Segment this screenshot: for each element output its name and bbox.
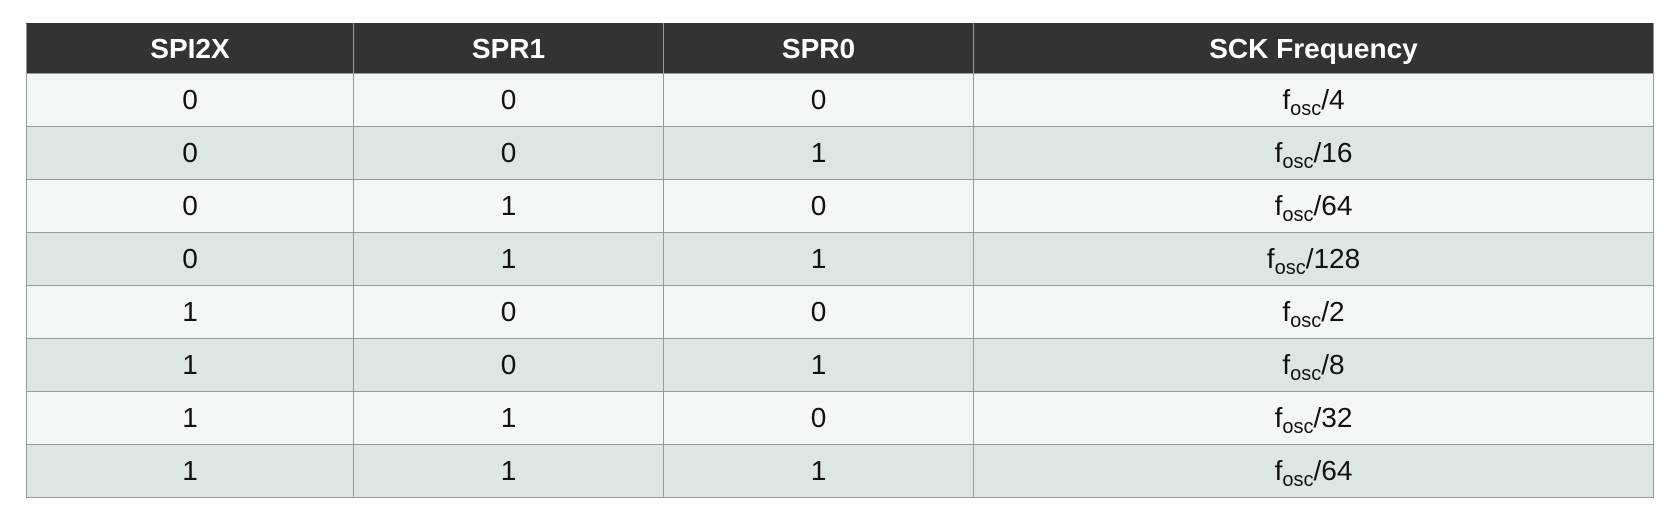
cell-spr1: 0 bbox=[353, 126, 664, 180]
freq-divisor: /8 bbox=[1321, 349, 1345, 380]
sck-frequency-table-container: SPI2X SPR1 SPR0 SCK Frequency 0 0 0 fosc… bbox=[26, 23, 1654, 498]
table-body: 0 0 0 fosc/4 0 0 1 fosc/16 0 1 0 fosc/64… bbox=[26, 73, 1654, 498]
freq-subscript: osc bbox=[1290, 310, 1322, 332]
header-sck-frequency: SCK Frequency bbox=[973, 23, 1654, 74]
table-header: SPI2X SPR1 SPR0 SCK Frequency bbox=[26, 23, 1654, 74]
freq-subscript: osc bbox=[1282, 151, 1314, 173]
cell-sck-frequency: fosc/2 bbox=[973, 285, 1654, 339]
freq-base: f bbox=[1282, 349, 1291, 380]
cell-spi2x: 0 bbox=[26, 179, 354, 233]
header-spr1: SPR1 bbox=[353, 23, 664, 74]
freq-divisor: /128 bbox=[1305, 243, 1361, 274]
cell-spr0: 0 bbox=[663, 285, 974, 339]
cell-spi2x: 1 bbox=[26, 285, 354, 339]
freq-divisor: /4 bbox=[1321, 84, 1345, 115]
cell-spr0: 0 bbox=[663, 179, 974, 233]
cell-spr1: 0 bbox=[353, 285, 664, 339]
cell-spr0: 0 bbox=[663, 73, 974, 127]
freq-subscript: osc bbox=[1282, 204, 1314, 226]
cell-spi2x: 0 bbox=[26, 73, 354, 127]
freq-subscript: osc bbox=[1290, 363, 1322, 385]
freq-subscript: osc bbox=[1282, 469, 1314, 491]
cell-spi2x: 0 bbox=[26, 232, 354, 286]
cell-spr1: 0 bbox=[353, 73, 664, 127]
freq-subscript: osc bbox=[1274, 257, 1306, 279]
cell-spr1: 1 bbox=[353, 391, 664, 445]
cell-sck-frequency: fosc/32 bbox=[973, 391, 1654, 445]
table-row: 1 1 1 fosc/64 bbox=[26, 444, 1654, 498]
cell-spr1: 0 bbox=[353, 338, 664, 392]
table-row: 1 0 0 fosc/2 bbox=[26, 285, 1654, 339]
cell-spr0: 1 bbox=[663, 126, 974, 180]
cell-spr0: 1 bbox=[663, 232, 974, 286]
cell-spi2x: 1 bbox=[26, 444, 354, 498]
cell-spi2x: 1 bbox=[26, 338, 354, 392]
cell-sck-frequency: fosc/4 bbox=[973, 73, 1654, 127]
cell-sck-frequency: fosc/16 bbox=[973, 126, 1654, 180]
freq-divisor: /32 bbox=[1313, 402, 1353, 433]
cell-spr1: 1 bbox=[353, 232, 664, 286]
freq-subscript: osc bbox=[1290, 98, 1322, 120]
table-row: 0 0 0 fosc/4 bbox=[26, 73, 1654, 127]
freq-divisor: /16 bbox=[1313, 137, 1353, 168]
freq-subscript: osc bbox=[1282, 416, 1314, 438]
freq-base: f bbox=[1266, 243, 1275, 274]
cell-spi2x: 1 bbox=[26, 391, 354, 445]
table-row: 1 1 0 fosc/32 bbox=[26, 391, 1654, 445]
cell-spr0: 1 bbox=[663, 338, 974, 392]
cell-sck-frequency: fosc/64 bbox=[973, 444, 1654, 498]
sck-frequency-table: SPI2X SPR1 SPR0 SCK Frequency 0 0 0 fosc… bbox=[26, 23, 1654, 498]
freq-divisor: /64 bbox=[1313, 190, 1353, 221]
table-row: 1 0 1 fosc/8 bbox=[26, 338, 1654, 392]
freq-base: f bbox=[1282, 84, 1291, 115]
cell-spr1: 1 bbox=[353, 179, 664, 233]
cell-spr0: 0 bbox=[663, 391, 974, 445]
header-spi2x: SPI2X bbox=[26, 23, 354, 74]
freq-divisor: /64 bbox=[1313, 455, 1353, 486]
freq-divisor: /2 bbox=[1321, 296, 1345, 327]
freq-base: f bbox=[1282, 296, 1291, 327]
header-row: SPI2X SPR1 SPR0 SCK Frequency bbox=[26, 23, 1654, 74]
table-row: 0 1 1 fosc/128 bbox=[26, 232, 1654, 286]
cell-sck-frequency: fosc/64 bbox=[973, 179, 1654, 233]
table-row: 0 1 0 fosc/64 bbox=[26, 179, 1654, 233]
cell-spr0: 1 bbox=[663, 444, 974, 498]
cell-spr1: 1 bbox=[353, 444, 664, 498]
cell-spi2x: 0 bbox=[26, 126, 354, 180]
cell-sck-frequency: fosc/8 bbox=[973, 338, 1654, 392]
header-spr0: SPR0 bbox=[663, 23, 974, 74]
cell-sck-frequency: fosc/128 bbox=[973, 232, 1654, 286]
table-row: 0 0 1 fosc/16 bbox=[26, 126, 1654, 180]
